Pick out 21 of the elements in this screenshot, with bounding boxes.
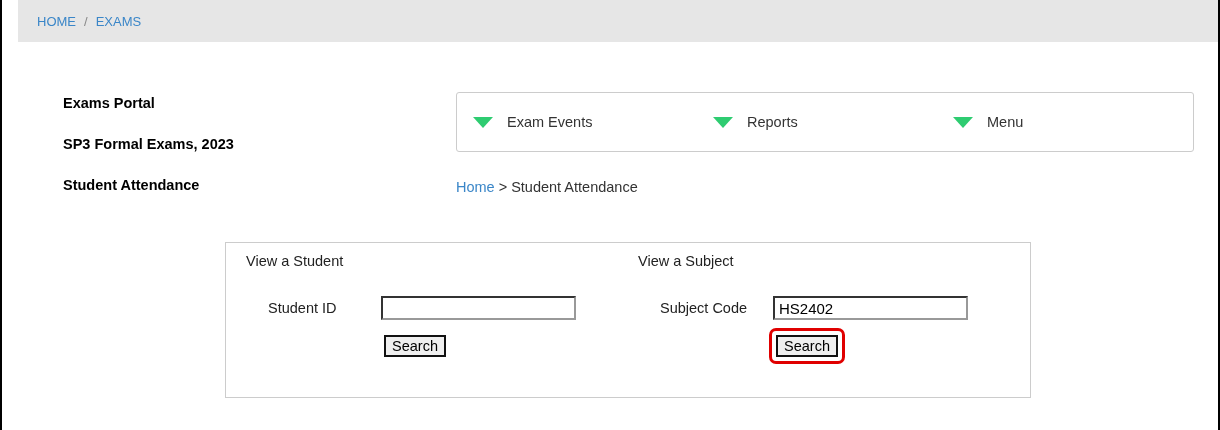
home-link[interactable]: Home — [456, 179, 495, 195]
field-label: Student ID — [267, 300, 338, 316]
portal-title: Exams Portal — [63, 94, 156, 113]
dropdown-triangle-icon[interactable] — [953, 116, 973, 128]
dropdown-triangle-icon[interactable] — [473, 116, 493, 128]
input-field[interactable] — [381, 296, 576, 320]
page-title: Student Attendance — [63, 176, 201, 195]
breadcrumb-separator: / — [84, 13, 88, 29]
breadcrumb-current: Student Attendance — [511, 179, 638, 195]
search-button[interactable]: Search — [384, 335, 446, 357]
event-title: SP3 Formal Exams, 2023 — [63, 135, 235, 154]
section-heading: View a Subject — [638, 253, 735, 269]
nav-menu-item[interactable]: Exam Events — [507, 114, 593, 130]
nav-menu-item[interactable]: Menu — [987, 114, 1024, 130]
nav-menu-item[interactable]: Reports — [747, 114, 798, 130]
search-button[interactable]: Search — [776, 335, 838, 357]
input-field[interactable]: HS2402 — [773, 296, 968, 320]
section-heading: View a Student — [246, 253, 345, 269]
dropdown-triangle-icon[interactable] — [713, 116, 733, 128]
field-label: Subject Code — [659, 300, 749, 316]
breadcrumb-separator: > — [498, 179, 508, 195]
